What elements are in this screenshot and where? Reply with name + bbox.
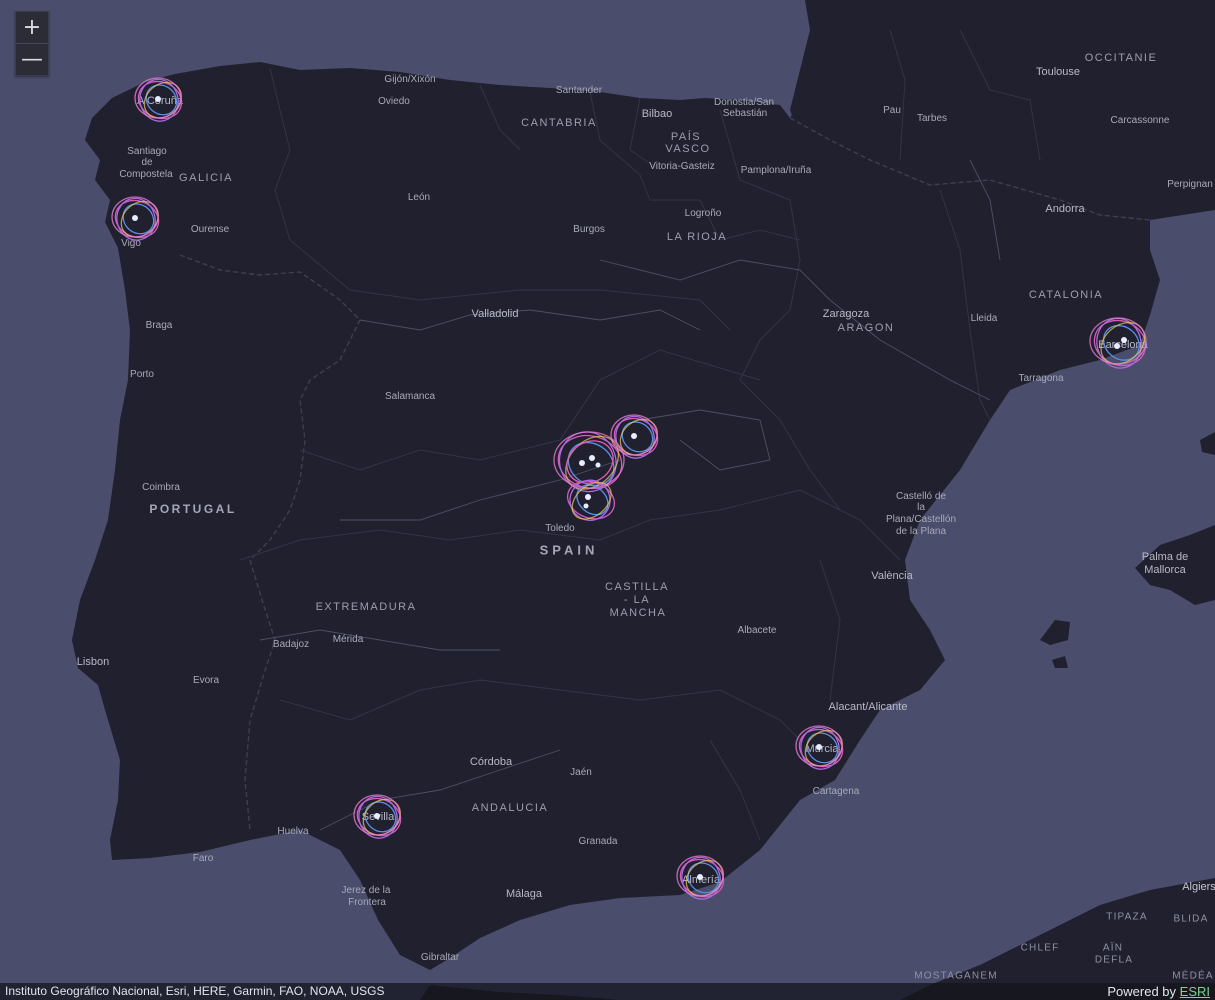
zoom-in-button[interactable]: + — [16, 12, 48, 43]
cluster-marker[interactable] — [351, 789, 407, 845]
powered-by: Powered by ESRI — [1107, 983, 1210, 1000]
attribution-text: Instituto Geográfico Nacional, Esri, HER… — [5, 984, 385, 998]
cluster-marker[interactable] — [561, 475, 621, 525]
cluster-marker[interactable] — [109, 191, 165, 247]
map-view[interactable]: SPAIN PORTUGAL OCCITANIE GALICIA CANTABR… — [0, 0, 1215, 1000]
zoom-control: + — — [15, 11, 49, 76]
cluster-marker[interactable] — [1087, 312, 1153, 374]
esri-link[interactable]: ESRI — [1180, 984, 1210, 999]
attribution-bar: Instituto Geográfico Nacional, Esri, HER… — [0, 983, 1215, 1000]
zoom-out-button[interactable]: — — [16, 43, 48, 75]
powered-by-label: Powered by — [1107, 984, 1177, 999]
cluster-marker[interactable] — [132, 72, 188, 128]
cluster-marker[interactable] — [674, 850, 730, 906]
cluster-marker[interactable] — [793, 720, 849, 776]
